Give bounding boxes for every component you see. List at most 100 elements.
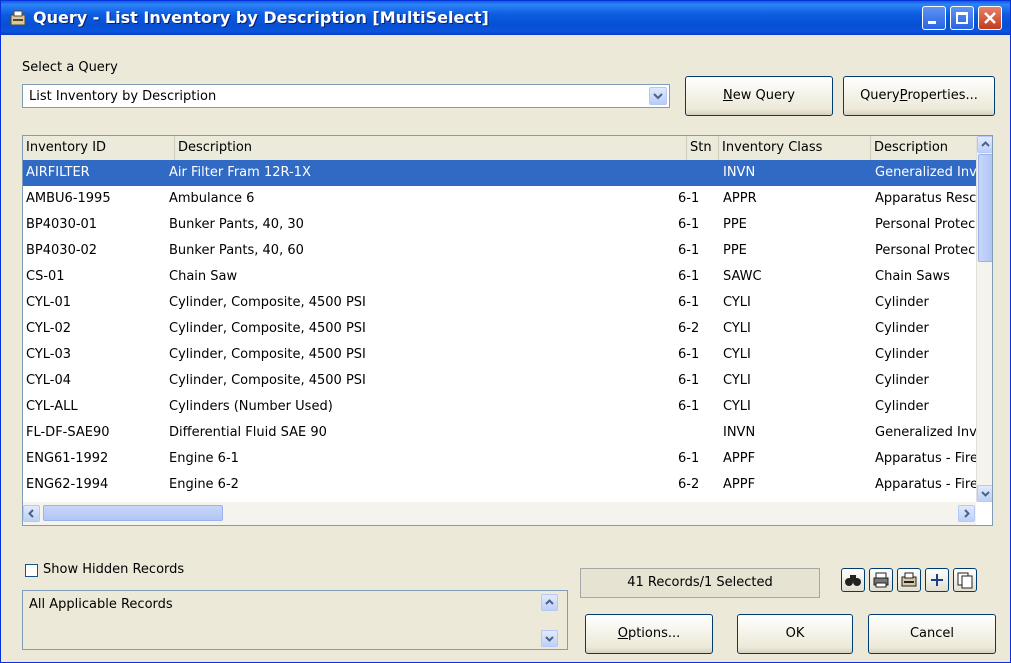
cell-id: CYL-03: [26, 347, 72, 362]
cell-stn: 6-1: [678, 347, 700, 362]
show-hidden-checkbox[interactable]: [25, 564, 38, 577]
column-header-description[interactable]: Description: [175, 136, 687, 160]
options-label: ptions...: [627, 626, 681, 641]
cell-cdesc: Cylinder: [875, 373, 929, 388]
cell-cdesc: Cylinder: [875, 295, 929, 310]
plus-icon: [931, 574, 943, 586]
table-row[interactable]: FL-DF-SAE90 Differential Fluid SAE 90 INVN…: [23, 420, 976, 446]
properties-access-key: P: [899, 88, 908, 103]
query-window: Query - List Inventory by Description [M…: [0, 0, 1011, 663]
find-button[interactable]: [841, 568, 865, 592]
memo-text: All Applicable Records: [29, 597, 173, 612]
table-row[interactable]: BP4030-02 Bunker Pants, 40, 60 6-1 PPE Perso…: [23, 238, 976, 264]
cell-cls: APPR: [723, 191, 757, 206]
table-row[interactable]: ENG62-1994 Engine 6-2 6-2 APPF Apparatus - F…: [23, 472, 976, 498]
cell-desc: Engine 6-1: [169, 451, 239, 466]
query-select-value: List Inventory by Description: [29, 89, 217, 104]
binoculars-icon: [845, 575, 861, 586]
cell-stn: 6-1: [678, 399, 700, 414]
cell-cdesc: Apparatus Resc: [875, 191, 976, 206]
vertical-scroll-thumb[interactable]: [978, 154, 992, 262]
cell-cls: APPF: [723, 451, 756, 466]
cell-cls: APPF: [723, 477, 756, 492]
close-button[interactable]: [978, 6, 1002, 30]
app-icon: [10, 10, 26, 26]
copy-button[interactable]: [953, 568, 977, 592]
chevron-down-icon: [545, 636, 554, 642]
title-bar[interactable]: Query - List Inventory by Description [M…: [1, 1, 1010, 35]
table-row[interactable]: AIRFILTER Air Filter Fram 12R-1X INVN Gener…: [23, 160, 976, 186]
cell-id: BP4030-02: [26, 243, 98, 258]
chevron-down-icon[interactable]: [649, 87, 667, 105]
cell-id: AMBU6-1995: [26, 191, 111, 206]
ok-button[interactable]: OK: [737, 614, 853, 654]
cell-stn: [678, 160, 713, 186]
memo-scroll-down[interactable]: [541, 630, 558, 647]
cell-desc: Ambulance 6: [169, 191, 255, 206]
close-icon: [984, 12, 996, 24]
options-access-key: O: [617, 626, 628, 641]
cell-desc: Chain Saw: [169, 269, 238, 284]
maximize-button[interactable]: [950, 6, 974, 30]
table-row[interactable]: AMBU6-1995 Ambulance 6 6-1 APPR Apparatus Re…: [23, 186, 976, 212]
horizontal-scroll-thumb[interactable]: [43, 505, 223, 521]
print-button[interactable]: [869, 568, 893, 592]
minimize-button[interactable]: [922, 6, 946, 30]
query-select[interactable]: List Inventory by Description: [22, 84, 670, 108]
column-header-inventory-id[interactable]: Inventory ID: [23, 136, 175, 160]
options-button[interactable]: Options...: [585, 614, 713, 654]
new-query-button[interactable]: New Query: [685, 76, 833, 116]
new-query-label: ew Query: [732, 88, 795, 103]
table-row[interactable]: CYL-04 Cylinder, Composite, 4500 PSI 6-1 CY…: [23, 368, 976, 394]
show-hidden-label[interactable]: Show Hidden Records: [43, 562, 184, 577]
cell-desc: Air Filter Fram 12R-1X: [169, 165, 311, 180]
export-button[interactable]: [897, 568, 921, 592]
cell-desc: Cylinder, Composite, 4500 PSI: [169, 321, 366, 336]
chevron-down-icon: [981, 491, 990, 497]
cell-cdesc: Generalized Inv: [875, 165, 976, 180]
printer-icon: [873, 572, 889, 588]
memo-scroll-up[interactable]: [541, 594, 558, 611]
cell-cdesc: Apparatus - Fire: [875, 451, 976, 466]
cell-cls: CYLI: [723, 373, 751, 388]
horizontal-scrollbar[interactable]: [23, 502, 976, 525]
vertical-scrollbar[interactable]: [976, 136, 992, 502]
cell-desc: Differential Fluid SAE 90: [169, 425, 327, 440]
table-row[interactable]: CYL-01 Cylinder, Composite, 4500 PSI 6-1 CY…: [23, 290, 976, 316]
export-icon: [901, 572, 917, 587]
column-header-inventory-class[interactable]: Inventory Class: [719, 136, 871, 160]
scroll-left-button[interactable]: [23, 505, 40, 522]
grid-header: Inventory ID Description Stn Inventory C…: [23, 136, 976, 161]
scroll-up-button[interactable]: [977, 136, 992, 153]
table-row[interactable]: CYL-02 Cylinder, Composite, 4500 PSI 6-2 CY…: [23, 316, 976, 342]
cell-cls: CYLI: [723, 295, 751, 310]
table-row[interactable]: CYL-03 Cylinder, Composite, 4500 PSI 6-1 CY…: [23, 342, 976, 368]
chevron-right-icon: [964, 509, 970, 518]
table-row[interactable]: BP4030-01 Bunker Pants, 40, 30 6-1 PPE Perso…: [23, 212, 976, 238]
query-description-memo[interactable]: All Applicable Records: [22, 590, 568, 650]
cell-id: CYL-02: [26, 321, 72, 336]
column-header-class-description[interactable]: Description: [871, 136, 976, 160]
cell-desc: Bunker Pants, 40, 60: [169, 243, 304, 258]
cell-id: ENG61-1992: [26, 451, 109, 466]
query-properties-button[interactable]: Query Properties...: [843, 76, 995, 116]
cell-desc: Bunker Pants, 40, 30: [169, 217, 304, 232]
column-header-station[interactable]: Stn: [687, 136, 719, 160]
table-row[interactable]: CYL-ALL Cylinders (Number Used) 6-1 CYLI Cyl…: [23, 394, 976, 420]
new-query-access-key: N: [722, 88, 733, 103]
add-button[interactable]: [925, 568, 949, 592]
scroll-down-button[interactable]: [977, 485, 992, 502]
inventory-grid[interactable]: Inventory ID Description Stn Inventory C…: [22, 135, 993, 526]
select-query-label: Select a Query: [22, 60, 118, 75]
cancel-button[interactable]: Cancel: [868, 614, 996, 654]
cell-cls: INVN: [723, 425, 756, 440]
cell-stn: [678, 420, 713, 446]
table-row[interactable]: CS-01 Chain Saw 6-1 SAWC Chain Saws: [23, 264, 976, 290]
cell-stn: 6-1: [678, 191, 700, 206]
chevron-up-icon: [981, 141, 990, 147]
cell-cdesc: Cylinder: [875, 321, 929, 336]
table-row[interactable]: ENG61-1992 Engine 6-1 6-1 APPF Apparatus - F…: [23, 446, 976, 472]
cell-cdesc: Generalized Inv: [875, 425, 976, 440]
scroll-right-button[interactable]: [958, 505, 975, 522]
cell-stn: 6-1: [678, 295, 700, 310]
